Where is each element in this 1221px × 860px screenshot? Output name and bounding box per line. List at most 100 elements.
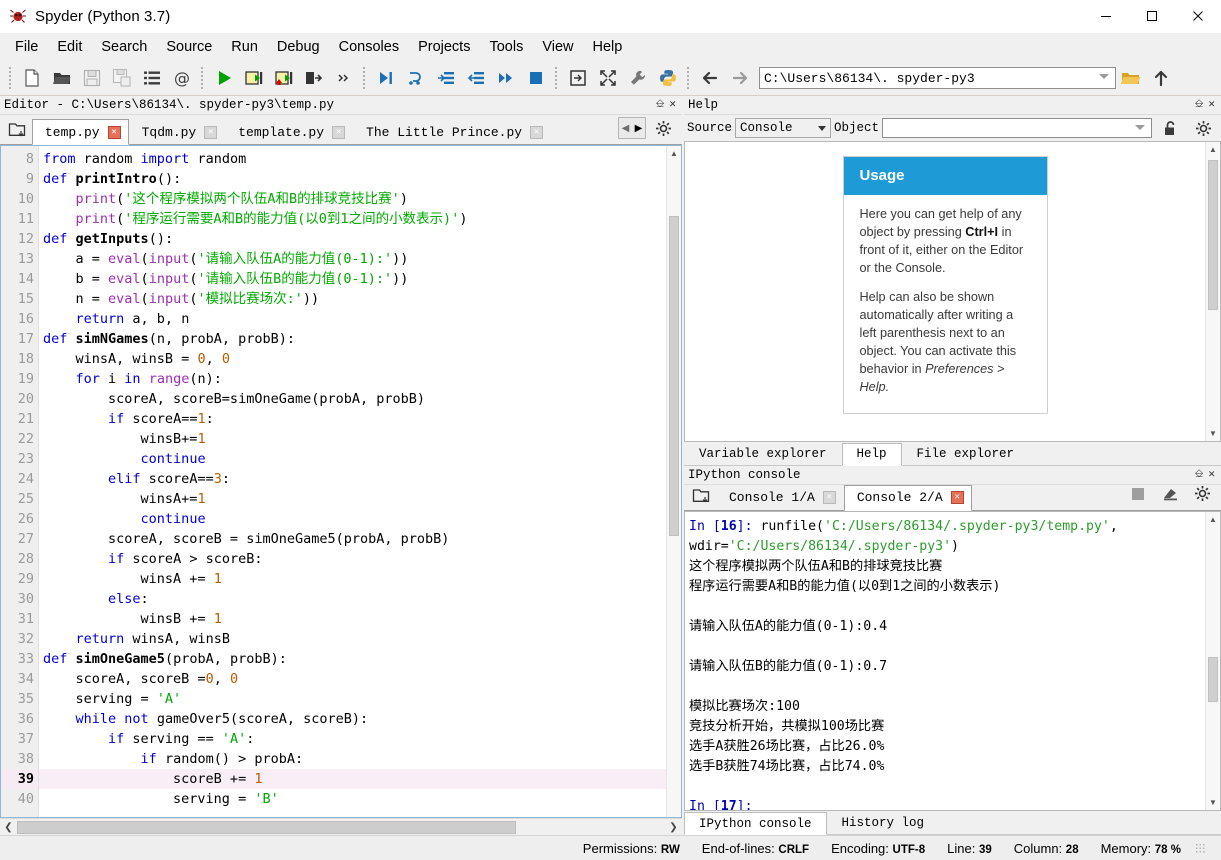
help-options-gear-icon[interactable] (1189, 114, 1217, 142)
close-button[interactable] (1175, 0, 1221, 33)
close-icon[interactable]: ✕ (530, 125, 544, 139)
menu-consoles[interactable]: Consoles (330, 36, 408, 58)
scroll-down-icon[interactable]: ▼ (1206, 426, 1220, 441)
run-cell-icon[interactable] (240, 64, 268, 92)
editor-tab-tqdm-py[interactable]: Tqdm.py ✕ (128, 119, 226, 144)
toolbar-grip-5[interactable] (687, 67, 691, 89)
close-pane-icon[interactable]: ✕ (669, 99, 676, 111)
menu-edit[interactable]: Edit (48, 36, 91, 58)
minimize-button[interactable] (1083, 0, 1129, 33)
code-line[interactable]: continue (39, 449, 666, 469)
toolbar-grip-2[interactable] (201, 67, 205, 89)
maximize-button[interactable] (1129, 0, 1175, 33)
code-line[interactable]: elif scoreA==3: (39, 469, 666, 489)
code-line[interactable]: for i in range(n): (39, 369, 666, 389)
console-output-text[interactable]: In [16]: runfile('C:/Users/86134/.spyder… (685, 512, 1205, 811)
pythonpath-icon[interactable] (654, 64, 682, 92)
code-line[interactable]: scoreA, scoreB = simOneGame5(probA, prob… (39, 529, 666, 549)
scroll-up-icon[interactable]: ▲ (1206, 142, 1220, 157)
toolbar-grip-4[interactable] (555, 67, 559, 89)
menu-tools[interactable]: Tools (480, 36, 532, 58)
close-icon[interactable]: ✕ (822, 491, 836, 504)
toolbar-grip-3[interactable] (363, 67, 367, 89)
menu-file[interactable]: File (6, 36, 47, 58)
tab-variable-explorer[interactable]: Variable explorer (684, 443, 842, 465)
scroll-down-icon[interactable]: ▼ (1206, 795, 1220, 810)
code-line[interactable]: winsA += 1 (39, 569, 666, 589)
code-line[interactable]: scoreB += 1 (39, 769, 666, 789)
code-line[interactable]: if scoreA > scoreB: (39, 549, 666, 569)
horizontal-scroll-thumb[interactable] (17, 820, 516, 834)
code-line[interactable]: serving = 'A' (39, 689, 666, 709)
code-line[interactable]: b = eval(input('请输入队伍B的能力值(0-1):')) (39, 269, 666, 289)
code-line[interactable]: winsA, winsB = 0, 0 (39, 349, 666, 369)
editor-tab-temp-py[interactable]: temp.py ✕ (32, 119, 129, 145)
chevron-down-icon[interactable] (1099, 74, 1109, 79)
code-line[interactable]: scoreA, scoreB =0, 0 (39, 669, 666, 689)
help-source-combo[interactable]: Console (735, 118, 832, 138)
open-file-icon[interactable] (48, 64, 76, 92)
code-line[interactable]: def simOneGame5(probA, probB): (39, 649, 666, 669)
vertical-scroll-thumb[interactable] (669, 216, 679, 536)
scroll-left-icon[interactable]: ❮ (0, 822, 17, 833)
run-cell-advance-icon[interactable] (270, 64, 298, 92)
code-line[interactable]: if scoreA==1: (39, 409, 666, 429)
console-tab-1a[interactable]: Console 1/A ✕ (716, 484, 844, 510)
save-file-icon[interactable] (78, 64, 106, 92)
menu-projects[interactable]: Projects (409, 36, 479, 58)
code-line[interactable]: return a, b, n (39, 309, 666, 329)
code-line[interactable]: else: (39, 589, 666, 609)
step-into-icon[interactable] (432, 64, 460, 92)
close-icon[interactable]: ✕ (107, 125, 121, 139)
browse-folder-icon[interactable] (1117, 64, 1145, 92)
menu-search[interactable]: Search (92, 36, 156, 58)
run-selection-icon[interactable] (300, 64, 328, 92)
vertical-scroll-thumb[interactable] (1208, 160, 1218, 310)
preferences-icon[interactable] (624, 64, 652, 92)
step-over-icon[interactable] (402, 64, 430, 92)
fullscreen-icon[interactable] (594, 64, 622, 92)
parent-dir-icon[interactable] (1147, 64, 1175, 92)
browse-consoles-icon[interactable] (688, 483, 714, 509)
code-line[interactable]: if serving == 'A': (39, 729, 666, 749)
maximize-pane-icon[interactable] (564, 64, 592, 92)
code-line[interactable]: print('程序运行需要A和B的能力值(以0到1之间的小数表示)') (39, 209, 666, 229)
code-line[interactable]: def simNGames(n, probA, probB): (39, 329, 666, 349)
close-icon[interactable]: ✕ (950, 491, 964, 504)
stop-icon[interactable] (1124, 480, 1152, 508)
help-object-input[interactable] (882, 118, 1152, 138)
close-icon[interactable]: ✕ (332, 125, 346, 139)
console-options-gear-icon[interactable] (1188, 480, 1216, 508)
remove-all-variables-icon[interactable] (1156, 480, 1184, 508)
code-line[interactable]: continue (39, 509, 666, 529)
code-line[interactable]: winsB += 1 (39, 609, 666, 629)
menu-debug[interactable]: Debug (268, 36, 329, 58)
code-line[interactable]: serving = 'B' (39, 789, 666, 809)
save-all-icon[interactable] (108, 64, 136, 92)
working-directory-combo[interactable]: C:\Users\86134\. spyder-py3 (759, 67, 1116, 89)
tab-file-explorer[interactable]: File explorer (902, 443, 1030, 465)
tab-history-log[interactable]: History log (827, 812, 940, 834)
debug-icon[interactable] (372, 64, 400, 92)
undock-icon[interactable]: ⎒ (1195, 99, 1204, 111)
menu-run[interactable]: Run (222, 36, 267, 58)
more-options-icon[interactable] (330, 64, 358, 92)
continue-icon[interactable] (492, 64, 520, 92)
step-return-icon[interactable] (462, 64, 490, 92)
file-switcher-icon[interactable] (138, 64, 166, 92)
close-pane-icon[interactable]: ✕ (1208, 99, 1215, 111)
code-line[interactable]: def getInputs(): (39, 229, 666, 249)
code-line[interactable]: from random import random (39, 149, 666, 169)
code-line[interactable]: n = eval(input('模拟比赛场次:')) (39, 289, 666, 309)
code-line[interactable]: while not gameOver5(scoreA, scoreB): (39, 709, 666, 729)
menu-source[interactable]: Source (157, 36, 221, 58)
new-file-icon[interactable] (18, 64, 46, 92)
back-icon[interactable] (696, 64, 724, 92)
editor-tab-little-prince-py[interactable]: The Little Prince.py ✕ (353, 119, 552, 144)
code-line[interactable]: def printIntro(): (39, 169, 666, 189)
vertical-scroll-thumb[interactable] (1208, 656, 1218, 702)
menu-help[interactable]: Help (584, 36, 632, 58)
tab-scroll-buttons[interactable]: ◀ ▶ (618, 117, 646, 139)
console-tab-2a[interactable]: Console 2/A ✕ (843, 484, 972, 511)
tab-help[interactable]: Help (841, 442, 902, 466)
